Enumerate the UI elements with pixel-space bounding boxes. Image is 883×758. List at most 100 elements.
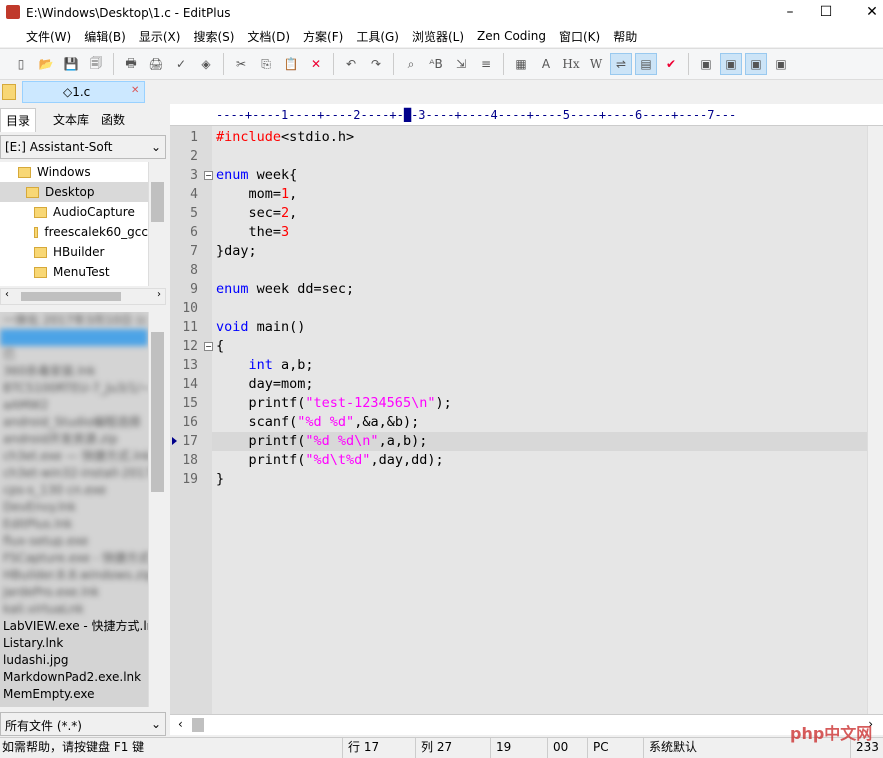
- tree-item-hbuilder[interactable]: HBuilder: [0, 242, 148, 262]
- code-token: }: [216, 471, 225, 487]
- paste-button[interactable]: 📋: [280, 53, 302, 75]
- undo-button[interactable]: ↶: [340, 53, 362, 75]
- fold-icon[interactable]: −: [204, 342, 213, 351]
- file-item[interactable]: ludashi.jpg: [0, 652, 148, 669]
- code-token: }day;: [216, 243, 257, 259]
- folder-icon: [26, 186, 39, 198]
- fold-icon[interactable]: −: [204, 171, 213, 180]
- file-item[interactable]: Listary.lnk: [0, 635, 148, 652]
- cut-button[interactable]: ✂: [230, 53, 252, 75]
- file-item[interactable]: MemEmpty.exe: [0, 686, 148, 703]
- menu-item[interactable]: 编辑(B): [84, 28, 126, 45]
- save-button[interactable]: 💾: [60, 53, 82, 75]
- word-wrap-button[interactable]: ⇌: [610, 53, 632, 75]
- view2-button[interactable]: ▣: [720, 53, 742, 75]
- menu-item[interactable]: Zen Coding: [477, 29, 546, 43]
- tab-close-icon[interactable]: ✕: [131, 85, 139, 96]
- column-select-button[interactable]: ▤: [635, 53, 657, 75]
- menu-item[interactable]: 显示(X): [139, 28, 181, 45]
- redo-button[interactable]: ↷: [365, 53, 387, 75]
- check-button[interactable]: ✔: [660, 53, 682, 75]
- menu-item[interactable]: 搜索(S): [193, 28, 234, 45]
- save-all-button[interactable]: 🗐: [85, 53, 107, 75]
- file-item-blurred[interactable]: 一体化 2017年3月10日 (c: [0, 312, 148, 329]
- menu-item[interactable]: 窗口(K): [559, 28, 600, 45]
- editor-hscrollbar[interactable]: ‹ ›: [170, 714, 883, 735]
- replace-button[interactable]: ᴬB: [425, 53, 447, 75]
- file-scrollbar[interactable]: [148, 312, 166, 707]
- copy-button[interactable]: ⎘: [255, 53, 277, 75]
- file-item-blurred[interactable]: android开发资源.zip: [0, 431, 148, 448]
- file-item-blurred[interactable]: kali.virtuaLnk: [0, 601, 148, 618]
- file-item-blurred[interactable]: 360杀毒安装.lnk: [0, 363, 148, 380]
- delete-button[interactable]: ✕: [305, 53, 327, 75]
- tree-item-menutest[interactable]: MenuTest: [0, 262, 148, 282]
- tree-item-desktop[interactable]: Desktop: [0, 182, 148, 202]
- tab-cliptext[interactable]: 文本库: [48, 108, 94, 132]
- line-number: 6: [190, 225, 198, 240]
- print-button[interactable]: 🖨: [145, 53, 167, 75]
- tab-directory[interactable]: 目录: [0, 108, 37, 132]
- font-button[interactable]: A: [535, 53, 557, 75]
- view4-button[interactable]: ▣: [770, 53, 792, 75]
- file-item-blurred[interactable]: ch3et-win32-install-2017: [0, 465, 148, 482]
- file-list: 一体化 2017年3月10日 (c 已 360杀毒安装.lnk BTC5100RTEU…: [0, 312, 148, 707]
- toolbar: ▯ 📂 💾 🗐 🖶 🖨 ✓ ◈ ✂ ⎘ 📋 ✕ ↶ ↷ ⌕ ᴬB ⇲ ≡ ▦ A Hx W ⇌ ▤ ✔ ▣ ▣ ▣ ▣: [0, 48, 883, 80]
- file-item-blurred[interactable]: [0, 329, 148, 346]
- editor-vscrollbar[interactable]: [867, 126, 883, 714]
- menu-item[interactable]: 文档(D): [247, 28, 290, 45]
- file-item-blurred[interactable]: FSCapture.exe - 快捷方式: [0, 550, 148, 567]
- line-number: 4: [190, 187, 198, 202]
- file-item-blurred[interactable]: 已: [0, 346, 148, 363]
- Hx-button[interactable]: Hx: [560, 53, 582, 75]
- menu-item[interactable]: 方案(F): [303, 28, 343, 45]
- file-item-blurred[interactable]: HBuilder.8.8.windows.zip: [0, 567, 148, 584]
- file-item-blurred[interactable]: DevEnvy.lnk: [0, 499, 148, 516]
- tree-hscrollbar[interactable]: ‹ ›: [0, 288, 166, 305]
- line-number: 2: [190, 149, 198, 164]
- line-number: 9: [190, 282, 198, 297]
- app-icon: [6, 5, 20, 19]
- file-item-blurred[interactable]: ch3et.exe — 快捷方式.lnk: [0, 448, 148, 465]
- color-button[interactable]: ▦: [510, 53, 532, 75]
- menu-item[interactable]: 帮助: [613, 28, 637, 45]
- tree-scrollbar[interactable]: [148, 162, 166, 286]
- menu-item[interactable]: 文件(W): [26, 28, 71, 45]
- browser-preview-button[interactable]: ◈: [195, 53, 217, 75]
- menu-item[interactable]: 工具(G): [356, 28, 399, 45]
- file-item[interactable]: MarkdownPad2.exe.lnk: [0, 669, 148, 686]
- file-item-blurred[interactable]: JardePro.exe.lnk: [0, 584, 148, 601]
- goto-button[interactable]: ⇲: [450, 53, 472, 75]
- tree-item-label: freescalek60_gcc: [44, 225, 148, 239]
- tree-item-freescalek60_gcc[interactable]: freescalek60_gcc: [0, 222, 148, 242]
- file-item-blurred[interactable]: cps-s_130 cn.exe: [0, 482, 148, 499]
- tab-functions[interactable]: 函数: [96, 108, 130, 132]
- close-button[interactable]: ✕: [849, 0, 883, 25]
- find-button[interactable]: ⌕: [400, 53, 422, 75]
- file-item[interactable]: LabVIEW.exe - 快捷方式.lnk: [0, 618, 148, 635]
- W-button[interactable]: W: [585, 53, 607, 75]
- drive-select[interactable]: [E:] Assistant-Soft ⌄: [0, 135, 166, 159]
- file-filter-select[interactable]: 所有文件 (*.*) ⌄: [0, 712, 166, 736]
- line-numbers-button[interactable]: ≡: [475, 53, 497, 75]
- tree-item-audiocapture[interactable]: AudioCapture: [0, 202, 148, 222]
- open-button[interactable]: 📂: [35, 53, 57, 75]
- file-item-blurred[interactable]: aAMW2: [0, 397, 148, 414]
- code-token: ,: [289, 186, 298, 202]
- new-button[interactable]: ▯: [10, 53, 32, 75]
- file-item-blurred[interactable]: EditPlus.lnk: [0, 516, 148, 533]
- code-line: void main(): [216, 318, 305, 337]
- print-preview-button[interactable]: 🖶: [120, 53, 142, 75]
- view3-button[interactable]: ▣: [745, 53, 767, 75]
- file-item-blurred[interactable]: flux-setup.exe: [0, 533, 148, 550]
- file-item-blurred[interactable]: android_Studio编程选择: [0, 414, 148, 431]
- spell-check-button[interactable]: ✓: [170, 53, 192, 75]
- tree-item-windows[interactable]: Windows: [0, 162, 148, 182]
- maximize-button[interactable]: ☐: [803, 0, 849, 25]
- tab-1c[interactable]: ◇1.c ✕: [22, 81, 145, 103]
- line-number: 17: [182, 434, 198, 449]
- view1-button[interactable]: ▣: [695, 53, 717, 75]
- code-token: int: [248, 357, 273, 373]
- menu-item[interactable]: 浏览器(L): [412, 28, 464, 45]
- file-item-blurred[interactable]: BTC5100RTEU-7_Ju3/1/~: [0, 380, 148, 397]
